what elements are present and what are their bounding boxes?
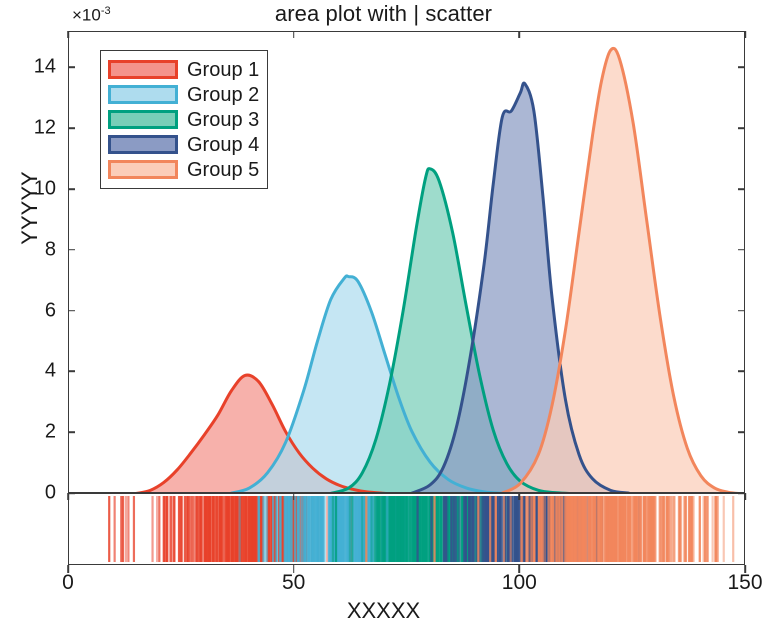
x-tick-label: 150 — [727, 571, 763, 594]
y-tick-label: 0 — [44, 481, 56, 504]
x-tick-mark-top — [518, 31, 521, 38]
legend-item-3[interactable]: Group 3 — [108, 107, 259, 132]
y-tick-label: 2 — [44, 420, 56, 443]
y-tick-mark — [68, 249, 75, 251]
y-axis-label: YYYYY — [17, 171, 42, 245]
legend-label-3: Group 3 — [187, 108, 260, 131]
x-tick-label: 0 — [62, 571, 74, 594]
x-tick-mark — [67, 565, 69, 573]
legend-swatch-2 — [108, 85, 178, 104]
x-tick-mark-top — [744, 31, 746, 38]
rug-plot-area — [68, 493, 745, 565]
legend-swatch-5 — [108, 160, 178, 179]
x-axis-label: XXXXX — [346, 598, 421, 623]
chart-title: area plot with | scatter — [274, 1, 493, 26]
y-tick-mark — [68, 309, 75, 312]
x-tick-mark-rug — [744, 493, 746, 500]
y-tick-mark — [68, 127, 75, 130]
legend-item-1[interactable]: Group 1 — [108, 57, 259, 82]
x-tick-label: 50 — [281, 571, 306, 594]
y-tick-mark — [68, 66, 75, 69]
x-tick-mark-top — [292, 31, 295, 38]
y-tick-mark-right — [738, 66, 745, 69]
rug-ticks — [108, 496, 735, 562]
y-axis-exponent-power: -3 — [100, 5, 111, 17]
x-tick-mark — [744, 565, 746, 573]
legend-label-2: Group 2 — [187, 83, 260, 106]
legend-swatch-4 — [108, 135, 178, 154]
legend-rows: Group 1 Group 2 Group 3 Group 4 Group 5 — [108, 57, 259, 182]
y-tick-mark — [68, 431, 75, 433]
x-tick-mark — [292, 565, 295, 573]
y-tick-mark-right — [738, 127, 745, 130]
y-tick-label: 4 — [44, 359, 56, 382]
y-axis-exponent: ×10-3 — [72, 5, 111, 26]
y-tick-label: 14 — [33, 55, 56, 78]
figure: area plot with | scatter ×10-3 0 2 4 6 8 10 12… — [0, 0, 767, 635]
legend-label-1: Group 1 — [187, 58, 260, 81]
y-tick-mark-right — [738, 431, 745, 433]
legend-item-2[interactable]: Group 2 — [108, 82, 259, 107]
legend-label-5: Group 5 — [187, 158, 260, 181]
legend-swatch-1 — [108, 60, 178, 79]
x-tick-mark-rug — [292, 493, 295, 500]
legend-item-5[interactable]: Group 5 — [108, 157, 259, 182]
x-tick-mark-rug — [67, 493, 69, 500]
y-tick-mark-right — [738, 309, 745, 312]
x-tick-label: 100 — [501, 571, 537, 594]
legend-swatch-3 — [108, 110, 178, 129]
x-tick-mark-top — [67, 31, 69, 38]
legend-item-4[interactable]: Group 4 — [108, 132, 259, 157]
y-tick-mark — [68, 188, 75, 190]
y-tick-mark — [68, 370, 75, 373]
y-tick-mark-right — [738, 370, 745, 373]
y-tick-mark-right — [738, 249, 745, 251]
legend: Group 1 Group 2 Group 3 Group 4 Group 5 — [100, 50, 269, 189]
y-tick-mark-right — [738, 188, 745, 190]
x-tick-mark-rug — [518, 493, 521, 500]
x-tick-mark — [518, 565, 521, 573]
legend-label-4: Group 4 — [187, 133, 260, 156]
y-tick-mark — [68, 492, 75, 494]
y-axis-exponent-base: ×10 — [72, 5, 101, 25]
